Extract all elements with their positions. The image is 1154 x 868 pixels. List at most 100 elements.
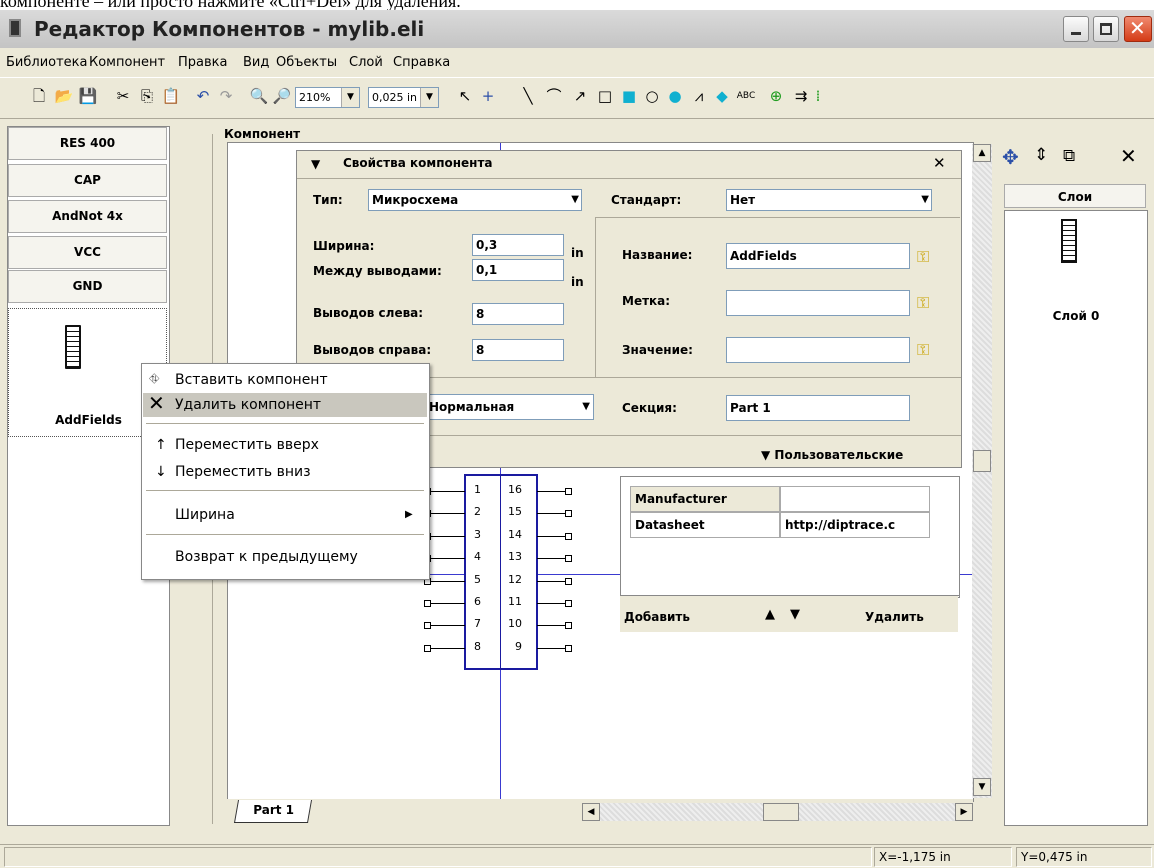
pin-left-line[interactable] bbox=[427, 625, 465, 626]
open-icon[interactable]: 📂 bbox=[53, 84, 75, 108]
redo-icon[interactable]: ↷ bbox=[215, 84, 237, 108]
pin-right-line[interactable] bbox=[537, 491, 567, 492]
rectangle-icon[interactable]: □ bbox=[594, 84, 616, 108]
type-select[interactable]: Микросхема ▼ bbox=[368, 189, 582, 211]
close-panel-icon[interactable]: ✕ bbox=[933, 154, 946, 172]
polyline-icon[interactable]: ⩘ bbox=[688, 84, 710, 108]
grid-combo[interactable]: 0,025 in ▼ bbox=[368, 87, 439, 108]
layer-label[interactable]: Слой 0 bbox=[1005, 309, 1147, 323]
cut-icon[interactable]: ✂ bbox=[112, 84, 134, 108]
pin-right-line[interactable] bbox=[537, 625, 567, 626]
menu-item-insert[interactable]: ⛗ Вставить компонент bbox=[143, 368, 427, 392]
scroll-left-button[interactable]: ◀ bbox=[582, 803, 600, 821]
zoom-out-icon[interactable]: 🔎 bbox=[271, 84, 293, 108]
menu-edit[interactable]: Правка bbox=[178, 55, 227, 70]
text-icon[interactable]: ABC bbox=[734, 84, 758, 108]
width-field[interactable]: 0,3 bbox=[472, 234, 564, 256]
pin-right-line[interactable] bbox=[537, 558, 567, 559]
name-field[interactable]: AddFields bbox=[726, 243, 910, 269]
pin-left-line[interactable] bbox=[427, 513, 465, 514]
pin-left-line[interactable] bbox=[427, 603, 465, 604]
scroll-thumb[interactable] bbox=[973, 450, 991, 472]
menu-library[interactable]: Библиотека bbox=[6, 55, 88, 70]
menu-objects[interactable]: Объекты bbox=[276, 55, 337, 70]
crosshair-icon[interactable]: + bbox=[477, 84, 499, 108]
component-item[interactable]: VCC bbox=[8, 236, 167, 269]
mode-select[interactable]: Нормальная ▼ bbox=[425, 394, 594, 420]
more-tools-icon[interactable]: ⁞ bbox=[813, 84, 823, 108]
move-icon[interactable]: ✥ bbox=[1002, 145, 1019, 169]
component-item[interactable]: CAP bbox=[8, 164, 167, 197]
table-cell[interactable]: http://diptrace.c bbox=[780, 512, 930, 538]
left-pins-field[interactable]: 8 bbox=[472, 303, 564, 325]
menu-item-delete[interactable]: ✕ Удалить компонент bbox=[143, 391, 427, 417]
zoom-in-icon[interactable]: 🔍 bbox=[248, 84, 270, 108]
pin-left-line[interactable] bbox=[427, 581, 465, 582]
pins-icon[interactable]: ⇉ bbox=[790, 84, 812, 108]
move-down-icon[interactable]: ▼ bbox=[790, 607, 800, 622]
collapse-icon[interactable]: ▼ bbox=[311, 157, 320, 171]
arc-icon[interactable]: ⌒ bbox=[543, 84, 565, 108]
key-icon[interactable]: ⚿ bbox=[917, 340, 929, 360]
menu-help[interactable]: Справка bbox=[393, 55, 450, 70]
right-pins-field[interactable]: 8 bbox=[472, 339, 564, 361]
copy-icon[interactable]: ⎘ bbox=[136, 84, 158, 108]
select-layer-icon[interactable]: ⧉ bbox=[1063, 146, 1075, 166]
menu-item-move-down[interactable]: ↓ Переместить вниз bbox=[143, 460, 427, 484]
custom-fields-toggle[interactable]: ▼ Пользовательские bbox=[761, 448, 903, 462]
paste-icon[interactable]: 📋 bbox=[160, 84, 182, 108]
scroll-right-button[interactable]: ▶ bbox=[955, 803, 973, 821]
pin-icon[interactable]: ⊕ bbox=[765, 84, 787, 108]
scroll-down-button[interactable]: ▼ bbox=[973, 778, 991, 796]
arrow-icon[interactable]: ↗ bbox=[569, 84, 591, 108]
key-icon[interactable]: ⚿ bbox=[917, 247, 929, 267]
pin-right-line[interactable] bbox=[537, 648, 567, 649]
menu-item-width[interactable]: Ширина ▶ bbox=[143, 503, 427, 527]
value-field[interactable] bbox=[726, 337, 910, 363]
menu-layer[interactable]: Слой bbox=[349, 55, 383, 70]
delete-field-button[interactable]: Удалить bbox=[865, 610, 924, 624]
standard-select[interactable]: Нет ▼ bbox=[726, 189, 932, 211]
component-item[interactable]: AndNot 4x bbox=[8, 200, 167, 233]
polygon-icon[interactable]: ◆ bbox=[711, 84, 733, 108]
mark-field[interactable] bbox=[726, 290, 910, 316]
up-down-icon[interactable]: ⇕ bbox=[1034, 145, 1048, 165]
line-icon[interactable]: ╲ bbox=[517, 84, 539, 108]
filled-ellipse-icon[interactable]: ● bbox=[664, 84, 686, 108]
move-up-icon[interactable]: ▲ bbox=[765, 607, 775, 622]
close-button[interactable]: ✕ bbox=[1124, 16, 1152, 42]
section-field[interactable]: Part 1 bbox=[726, 395, 910, 421]
pitch-field[interactable]: 0,1 bbox=[472, 259, 564, 281]
scroll-up-button[interactable]: ▲ bbox=[973, 144, 991, 162]
new-icon[interactable]: 🗋 bbox=[28, 84, 50, 108]
component-item[interactable]: RES 400 bbox=[8, 127, 167, 160]
zoom-combo[interactable]: 210% ▼ bbox=[295, 87, 360, 108]
pin-right-line[interactable] bbox=[537, 536, 567, 537]
scroll-thumb[interactable] bbox=[763, 803, 799, 821]
pin-right-line[interactable] bbox=[537, 513, 567, 514]
menu-view[interactable]: Вид bbox=[243, 55, 269, 70]
save-icon[interactable]: 💾 bbox=[77, 84, 99, 108]
menu-item-revert[interactable]: Возврат к предыдущему bbox=[143, 545, 427, 569]
table-cell[interactable] bbox=[780, 486, 930, 512]
minimize-button[interactable] bbox=[1063, 16, 1089, 42]
restore-button[interactable] bbox=[1093, 16, 1119, 42]
key-icon[interactable]: ⚿ bbox=[917, 293, 929, 313]
pin-left-line[interactable] bbox=[427, 536, 465, 537]
pin-left-line[interactable] bbox=[427, 648, 465, 649]
table-cell[interactable]: Manufacturer bbox=[630, 486, 780, 512]
menu-component[interactable]: Компонент bbox=[89, 55, 165, 70]
pin-left-line[interactable] bbox=[427, 491, 465, 492]
ellipse-icon[interactable]: ○ bbox=[641, 84, 663, 108]
component-item[interactable]: GND bbox=[8, 270, 167, 303]
pointer-icon[interactable]: ↖ bbox=[454, 84, 476, 108]
undo-icon[interactable]: ↶ bbox=[192, 84, 214, 108]
table-cell[interactable]: Datasheet bbox=[630, 512, 780, 538]
delete-layer-icon[interactable]: ✕ bbox=[1120, 144, 1137, 168]
add-field-button[interactable]: Добавить bbox=[624, 610, 690, 624]
filled-rectangle-icon[interactable]: ■ bbox=[618, 84, 640, 108]
pin-left-line[interactable] bbox=[427, 558, 465, 559]
pin-right-line[interactable] bbox=[537, 581, 567, 582]
pin-right-line[interactable] bbox=[537, 603, 567, 604]
tab-part1[interactable]: Part 1 bbox=[233, 800, 313, 823]
